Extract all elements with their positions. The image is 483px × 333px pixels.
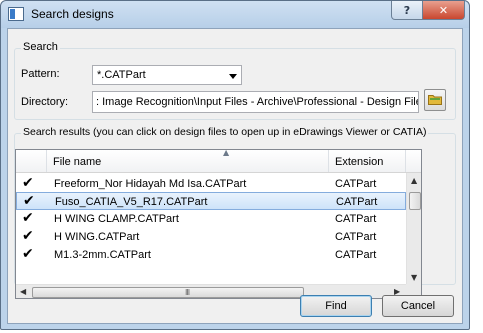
extension-header-label: Extension	[335, 156, 384, 168]
app-icon	[8, 7, 24, 21]
help-button[interactable]: ?	[391, 1, 423, 20]
table-row[interactable]: ✔ Freeform_Nor Hidayah Md Isa.CATPart CA…	[16, 175, 406, 193]
search-designs-window: Search designs ? ✕ Search Pattern: *.CAT…	[0, 0, 470, 330]
checkmark-icon[interactable]: ✔	[22, 228, 34, 244]
results-group-label: Search results (you can click on design …	[21, 126, 429, 138]
pattern-value: *.CATPart	[97, 69, 146, 81]
file-name-cell: H WING CLAMP.CATPart	[54, 213, 179, 225]
directory-value: : Image Recognition\Input Files - Archiv…	[96, 96, 419, 108]
title-bar[interactable]: Search designs ? ✕	[1, 1, 469, 28]
scroll-up-arrow-icon[interactable]: ▲	[411, 176, 417, 185]
vertical-scroll-thumb[interactable]	[409, 192, 421, 210]
table-row-selected[interactable]: ✔ Fuso_CATIA_V5_R17.CATPart CATPart	[16, 192, 406, 210]
file-name-cell: H WING.CATPart	[54, 231, 140, 243]
vertical-scrollbar[interactable]: ▲ ▼	[406, 173, 421, 284]
window-title: Search designs	[31, 7, 114, 21]
table-row[interactable]: ✔ M1.3-2mm.CATPart CATPart	[16, 246, 406, 264]
list-header: File name ▲ Extension	[16, 150, 421, 173]
cancel-button[interactable]: Cancel	[382, 295, 454, 317]
find-button[interactable]: Find	[300, 295, 372, 317]
scroll-left-arrow-icon[interactable]: ◀	[20, 287, 26, 296]
sort-ascending-icon: ▲	[223, 149, 230, 157]
pattern-combobox[interactable]: *.CATPart	[92, 65, 242, 85]
close-button[interactable]: ✕	[422, 1, 465, 20]
directory-field[interactable]: : Image Recognition\Input Files - Archiv…	[92, 91, 419, 113]
extension-cell: CATPart	[335, 178, 377, 190]
folder-icon	[428, 95, 442, 105]
checkmark-icon[interactable]: ✔	[23, 193, 35, 209]
directory-label: Directory:	[21, 96, 69, 108]
file-name-cell: Fuso_CATIA_V5_R17.CATPart	[55, 196, 208, 208]
search-group-label: Search	[21, 41, 60, 53]
table-row[interactable]: ✔ H WING CLAMP.CATPart CATPart	[16, 210, 406, 228]
header-file-name[interactable]: File name ▲	[47, 150, 329, 172]
header-check-column[interactable]	[16, 150, 47, 172]
scroll-down-arrow-icon[interactable]: ▼	[411, 273, 417, 282]
extension-cell: CATPart	[335, 213, 377, 225]
extension-cell: CATPart	[335, 249, 377, 261]
extension-cell: CATPart	[335, 231, 377, 243]
extension-cell: CATPart	[336, 196, 378, 208]
browse-folder-button[interactable]	[424, 89, 446, 111]
checkmark-icon[interactable]: ✔	[22, 175, 34, 191]
file-name-cell: Freeform_Nor Hidayah Md Isa.CATPart	[54, 178, 247, 190]
checkmark-icon[interactable]: ✔	[22, 246, 34, 262]
results-list[interactable]: File name ▲ Extension ✔ Freeform_Nor Hid…	[15, 149, 422, 299]
file-name-cell: M1.3-2mm.CATPart	[54, 249, 151, 261]
header-extension[interactable]: Extension	[329, 150, 406, 172]
pattern-label: Pattern:	[21, 68, 60, 80]
close-icon: ✕	[438, 3, 449, 17]
dialog-body: Search Pattern: *.CATPart Directory: : I…	[7, 28, 463, 324]
horizontal-scroll-thumb[interactable]: III	[32, 287, 304, 298]
table-row[interactable]: ✔ H WING.CATPart CATPart	[16, 228, 406, 246]
file-name-header-label: File name	[53, 156, 102, 168]
checkmark-icon[interactable]: ✔	[22, 210, 34, 226]
question-mark-icon: ?	[403, 3, 411, 17]
scroll-grip: III	[185, 288, 190, 297]
